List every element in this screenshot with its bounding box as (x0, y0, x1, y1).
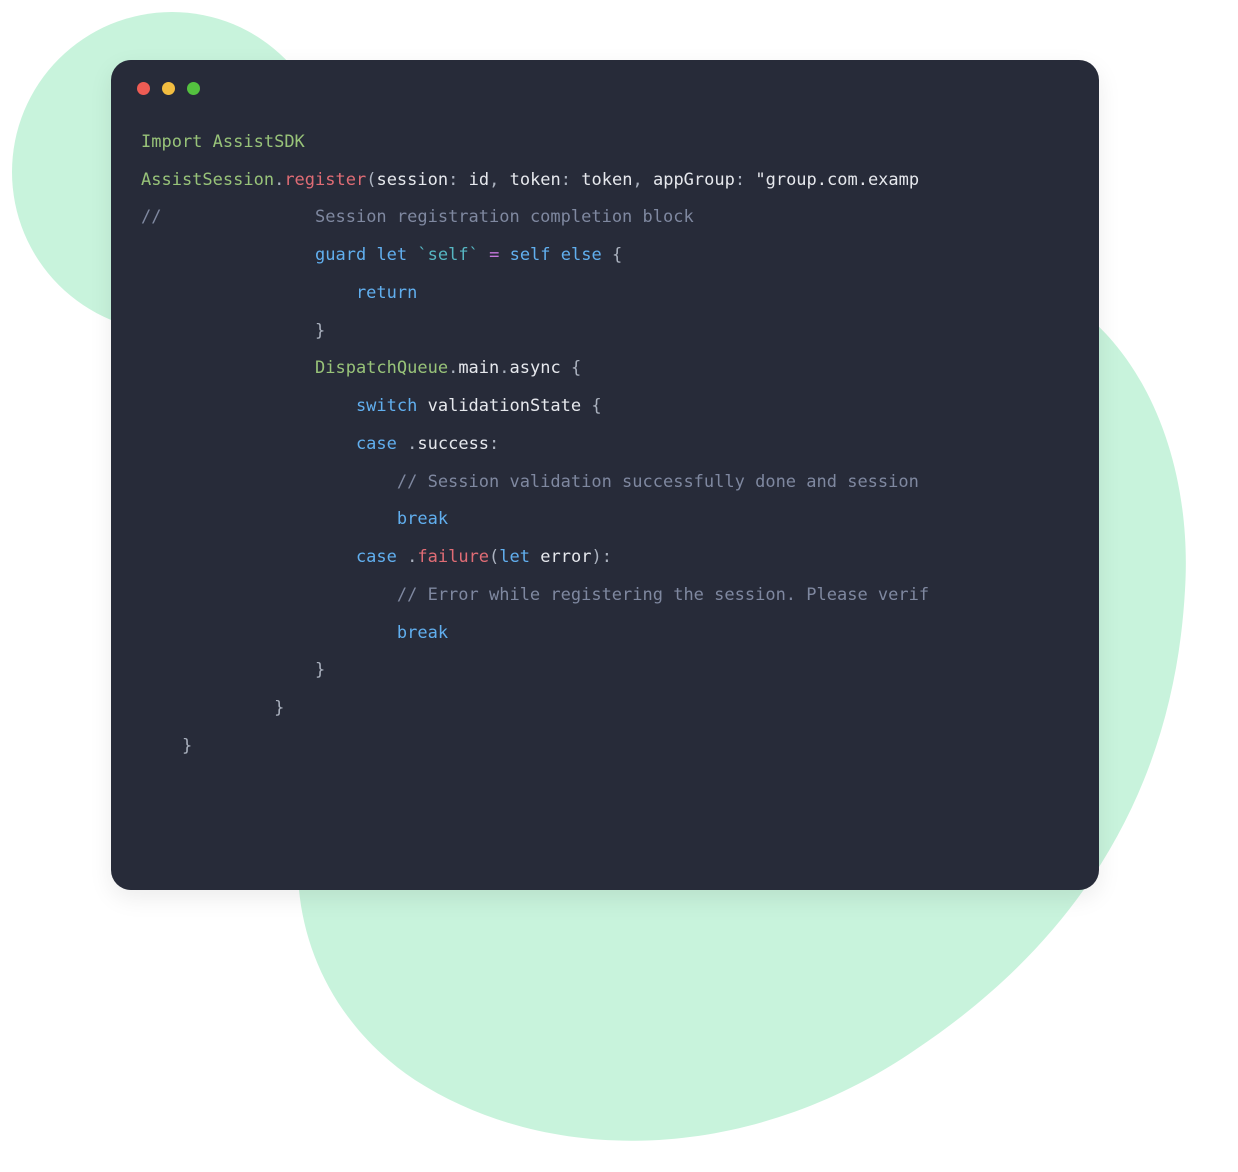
comment-slashes: // (141, 207, 161, 227)
code-line-4: guard let `self` = self else { (141, 245, 622, 265)
colon: : (489, 434, 499, 454)
keyword-guard: guard (315, 245, 366, 265)
colon: : (735, 170, 745, 190)
dot: . (407, 547, 417, 567)
code-line-15: } (141, 660, 325, 680)
ident-failure: failure (417, 547, 489, 567)
code-line-2: AssistSession.register(session: id, toke… (141, 170, 919, 190)
space (458, 170, 468, 190)
code-line-5: return (141, 283, 417, 303)
colon: : (448, 170, 458, 190)
space (745, 170, 755, 190)
param-value: token (581, 170, 632, 190)
space (643, 170, 653, 190)
code-line-14: break (141, 623, 448, 643)
traffic-light-close-icon[interactable] (137, 82, 150, 95)
ident-error: error (540, 547, 591, 567)
module-name: AssistSDK (213, 132, 305, 152)
ident-validationstate: validationState (428, 396, 582, 416)
code-line-6: } (141, 321, 325, 341)
param-label: token (510, 170, 561, 190)
dot: . (499, 358, 509, 378)
code-line-12: case .failure(let error): (141, 547, 612, 567)
code-line-11: break (141, 509, 448, 529)
open-paren: ( (366, 170, 376, 190)
space (499, 170, 509, 190)
colon: : (561, 170, 571, 190)
string-literal: "group.com.examp (755, 170, 919, 190)
comment-text: // Session validation successfully done … (397, 472, 919, 492)
keyword-let: let (376, 245, 407, 265)
code-line-16: } (141, 698, 284, 718)
keyword-break: break (397, 623, 448, 643)
dot: . (274, 170, 284, 190)
traffic-light-minimize-icon[interactable] (162, 82, 175, 95)
open-brace: { (612, 245, 622, 265)
code-line-13: // Error while registering the session. … (141, 585, 929, 605)
code-line-7: DispatchQueue.main.async { (141, 358, 581, 378)
ident-async: async (510, 358, 561, 378)
keyword-case: case (356, 547, 397, 567)
method-name: register (284, 170, 366, 190)
keyword-import: Import (141, 132, 202, 152)
code-line-1: Import AssistSDK (141, 132, 305, 152)
code-block: Import AssistSDK AssistSession.register(… (111, 116, 1099, 795)
ident-main: main (458, 358, 499, 378)
colon: : (602, 547, 612, 567)
traffic-light-zoom-icon[interactable] (187, 82, 200, 95)
param-value: id (469, 170, 489, 190)
comma: , (489, 170, 499, 190)
space (571, 170, 581, 190)
comment-text: Session registration completion block (315, 207, 694, 227)
keyword-else: else (561, 245, 602, 265)
param-label: session (376, 170, 448, 190)
keyword-break: break (397, 509, 448, 529)
close-brace: } (274, 698, 284, 718)
open-paren: ( (489, 547, 499, 567)
open-brace: { (591, 396, 601, 416)
ident-self: self (510, 245, 551, 265)
close-paren: ) (591, 547, 601, 567)
class-dispatchqueue: DispatchQueue (315, 358, 448, 378)
code-line-10: // Session validation successfully done … (141, 472, 919, 492)
ident-success: success (417, 434, 489, 454)
param-label: appGroup (653, 170, 735, 190)
code-line-8: switch validationState { (141, 396, 602, 416)
dot: . (407, 434, 417, 454)
keyword-let: let (499, 547, 530, 567)
keyword-case: case (356, 434, 397, 454)
comma: , (632, 170, 642, 190)
close-brace: } (315, 660, 325, 680)
code-line-3: // Session registration completion block (141, 207, 694, 227)
window-titlebar (111, 60, 1099, 116)
open-brace: { (571, 358, 581, 378)
code-line-9: case .success: (141, 434, 499, 454)
class-name: AssistSession (141, 170, 274, 190)
dot: . (448, 358, 458, 378)
code-window: Import AssistSDK AssistSession.register(… (111, 60, 1099, 890)
code-line-17: } (141, 736, 192, 756)
keyword-switch: switch (356, 396, 417, 416)
close-brace: } (182, 736, 192, 756)
comment-text: // Error while registering the session. … (397, 585, 929, 605)
close-brace: } (315, 321, 325, 341)
operator-equals: = (489, 245, 499, 265)
ident-self-backtick: `self` (417, 245, 478, 265)
keyword-return: return (356, 283, 417, 303)
